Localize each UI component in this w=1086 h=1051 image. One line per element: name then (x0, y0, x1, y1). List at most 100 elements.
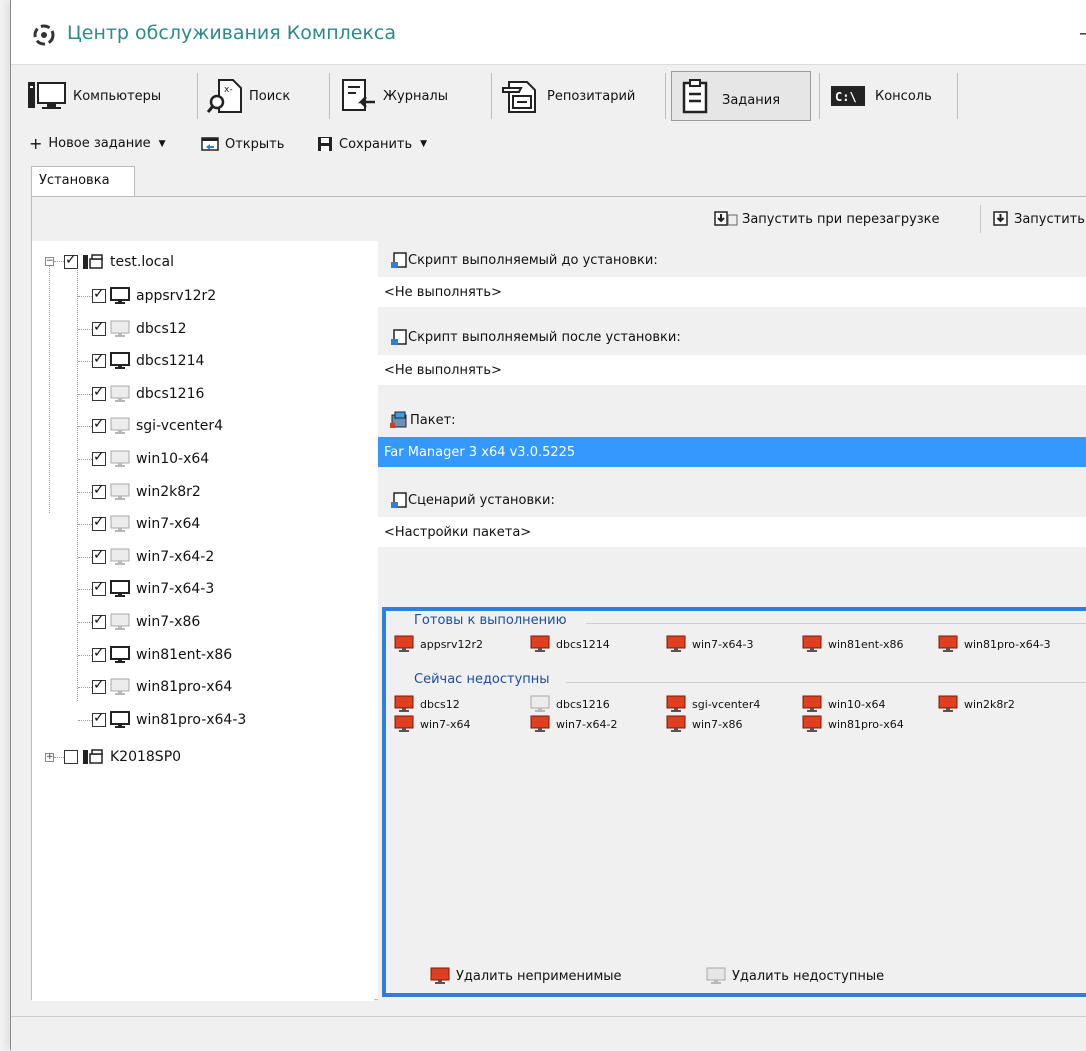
tree-checkbox[interactable] (92, 514, 106, 532)
computer-online-icon (110, 287, 130, 305)
tree-node-computer[interactable]: win81pro-x64 (92, 676, 232, 698)
tab-tasks[interactable]: Задания (671, 71, 811, 121)
save-button[interactable]: Сохранить ▼ (317, 136, 427, 152)
run-on-reboot-button[interactable]: Запустить при перезагрузке (714, 211, 940, 227)
svg-text:x-: x- (224, 85, 233, 95)
tree-node-computer[interactable]: win7-x64-3 (92, 578, 214, 600)
host-label: win81pro-x64 (828, 717, 904, 731)
tree-checkbox[interactable] (64, 252, 78, 269)
package-label-text: Пакет: (410, 412, 456, 428)
tree-checkbox[interactable] (92, 449, 106, 466)
ready-host-item[interactable]: win7-x64-3 (666, 635, 753, 653)
computer-offline-icon (110, 320, 130, 338)
monitor-red-icon (938, 695, 958, 713)
tree-checkbox[interactable] (92, 384, 106, 401)
tree-node-computer[interactable]: dbcs12 (92, 318, 187, 340)
computer-offline-icon (110, 385, 130, 403)
tree-checkbox[interactable] (92, 645, 106, 662)
tree-guide-line (78, 654, 92, 656)
tree-node-computer[interactable]: win7-x64 (92, 513, 200, 535)
host-label: win7-x64 (420, 717, 471, 731)
tree-checkbox[interactable] (92, 351, 106, 369)
tree-node-computer[interactable]: sgi-vcenter4 (92, 415, 223, 437)
unavailable-host-item[interactable]: sgi-vcenter4 (666, 695, 760, 713)
tree-node-test-local[interactable]: test.local (64, 251, 174, 273)
tree-checkbox[interactable] (92, 677, 106, 695)
tree-checkbox[interactable] (92, 319, 106, 336)
post-script-label: Скрипт выполняемый после установки: (390, 328, 681, 346)
tab-journals[interactable]: Журналы (341, 71, 448, 121)
svg-text:C:\: C:\ (835, 90, 857, 104)
tree-checkbox[interactable] (92, 612, 106, 629)
unavailable-host-item[interactable]: win7-x64 (394, 715, 471, 733)
tree-node-computer[interactable]: dbcs1214 (92, 350, 204, 372)
ready-host-item[interactable]: dbcs1214 (530, 635, 610, 653)
ready-host-item[interactable]: win81pro-x64-3 (938, 635, 1051, 653)
unavailable-host-item[interactable]: win7-x86 (666, 715, 743, 733)
tree-guide-line (78, 622, 92, 623)
expand-toggle[interactable]: + (45, 753, 54, 762)
tree-node-computer[interactable]: win7-x64-2 (92, 546, 214, 568)
tree-guide-line (49, 261, 50, 513)
tab-computers[interactable]: Компьютеры (27, 71, 161, 121)
unavailable-host-item[interactable]: win7-x64-2 (530, 715, 617, 733)
open-button[interactable]: Открыть (201, 136, 284, 152)
tree-checkbox[interactable] (92, 416, 106, 434)
package-field[interactable]: Far Manager 3 x64 v3.0.5225 (378, 437, 1086, 467)
scenario-label-text: Сценарий установки: (408, 492, 555, 508)
tree-guide-line (78, 296, 92, 297)
ready-host-item[interactable]: win81ent-x86 (802, 635, 904, 653)
console-icon: C:\ (831, 86, 865, 106)
tree-checkbox[interactable] (64, 750, 78, 764)
tree-guide-line (77, 261, 78, 701)
tree-node-computer[interactable]: win10-x64 (92, 448, 209, 470)
unavailable-host-item[interactable]: dbcs1216 (530, 695, 610, 713)
collapse-toggle[interactable]: − (45, 257, 54, 266)
tree-node-computer[interactable]: dbcs1216 (92, 383, 204, 405)
script-icon (391, 492, 407, 508)
run-button[interactable]: Запустить (992, 211, 1085, 227)
tree-checkbox[interactable] (92, 547, 106, 564)
post-script-field[interactable]: <Не выполнять> (378, 355, 1086, 385)
tree-node-k2018sp0[interactable]: K2018SP0 (64, 746, 181, 768)
pre-script-field[interactable]: <Не выполнять> (378, 277, 1086, 307)
toolbar-divider (665, 73, 666, 119)
monitor-red-icon (666, 715, 686, 733)
tree-node-label: sgi-vcenter4 (136, 418, 223, 435)
tree-checkbox[interactable] (92, 710, 106, 727)
tree-checkbox[interactable] (92, 286, 106, 303)
tree-guide-line (78, 687, 92, 689)
tab-repository[interactable]: Репозитарий (501, 71, 635, 121)
tree-node-computer[interactable]: win81pro-x64-3 (92, 709, 246, 731)
monitor-red-icon (802, 695, 822, 713)
run-bar-divider (980, 205, 981, 233)
tree-node-computer[interactable]: win81ent-x86 (92, 644, 232, 666)
ready-host-item[interactable]: appsrv12r2 (394, 635, 483, 653)
minimize-button[interactable]: – (1079, 22, 1086, 44)
unavailable-host-item[interactable]: win10-x64 (802, 695, 886, 713)
host-label: dbcs12 (420, 697, 460, 711)
tree-node-label: win81ent-x86 (136, 646, 233, 663)
computer-online-icon (110, 645, 130, 664)
tree-node-computer[interactable]: appsrv12r2 (92, 285, 216, 307)
script-icon (391, 329, 407, 345)
run-icon (993, 211, 1008, 226)
ready-group-title: Готовы к выполнению (414, 613, 571, 628)
remove-inapplicable-button[interactable]: Удалить неприменимые (430, 967, 622, 985)
unavailable-host-item[interactable]: win81pro-x64 (802, 715, 904, 733)
toolbar-divider (957, 73, 958, 119)
unavailable-host-item[interactable]: win2k8r2 (938, 695, 1015, 713)
tree-checkbox[interactable] (92, 579, 106, 597)
unavailable-host-item[interactable]: dbcs12 (394, 695, 460, 713)
tab-search[interactable]: x- Поиск (207, 71, 290, 121)
tab-console[interactable]: C:\ Консоль (829, 71, 932, 121)
remove-unavailable-button[interactable]: Удалить недоступные (706, 967, 884, 985)
tree-checkbox[interactable] (92, 482, 106, 499)
scenario-field[interactable]: <Настройки пакета> (378, 517, 1086, 547)
tab-tasks-label: Задания (722, 92, 781, 108)
tree-node-computer[interactable]: win7-x86 (92, 611, 200, 633)
tab-install[interactable]: Установка (31, 166, 135, 196)
chevron-down-icon: ▼ (158, 138, 166, 149)
new-task-button[interactable]: + Новое задание ▼ (29, 135, 166, 151)
tree-node-computer[interactable]: win2k8r2 (92, 481, 201, 503)
